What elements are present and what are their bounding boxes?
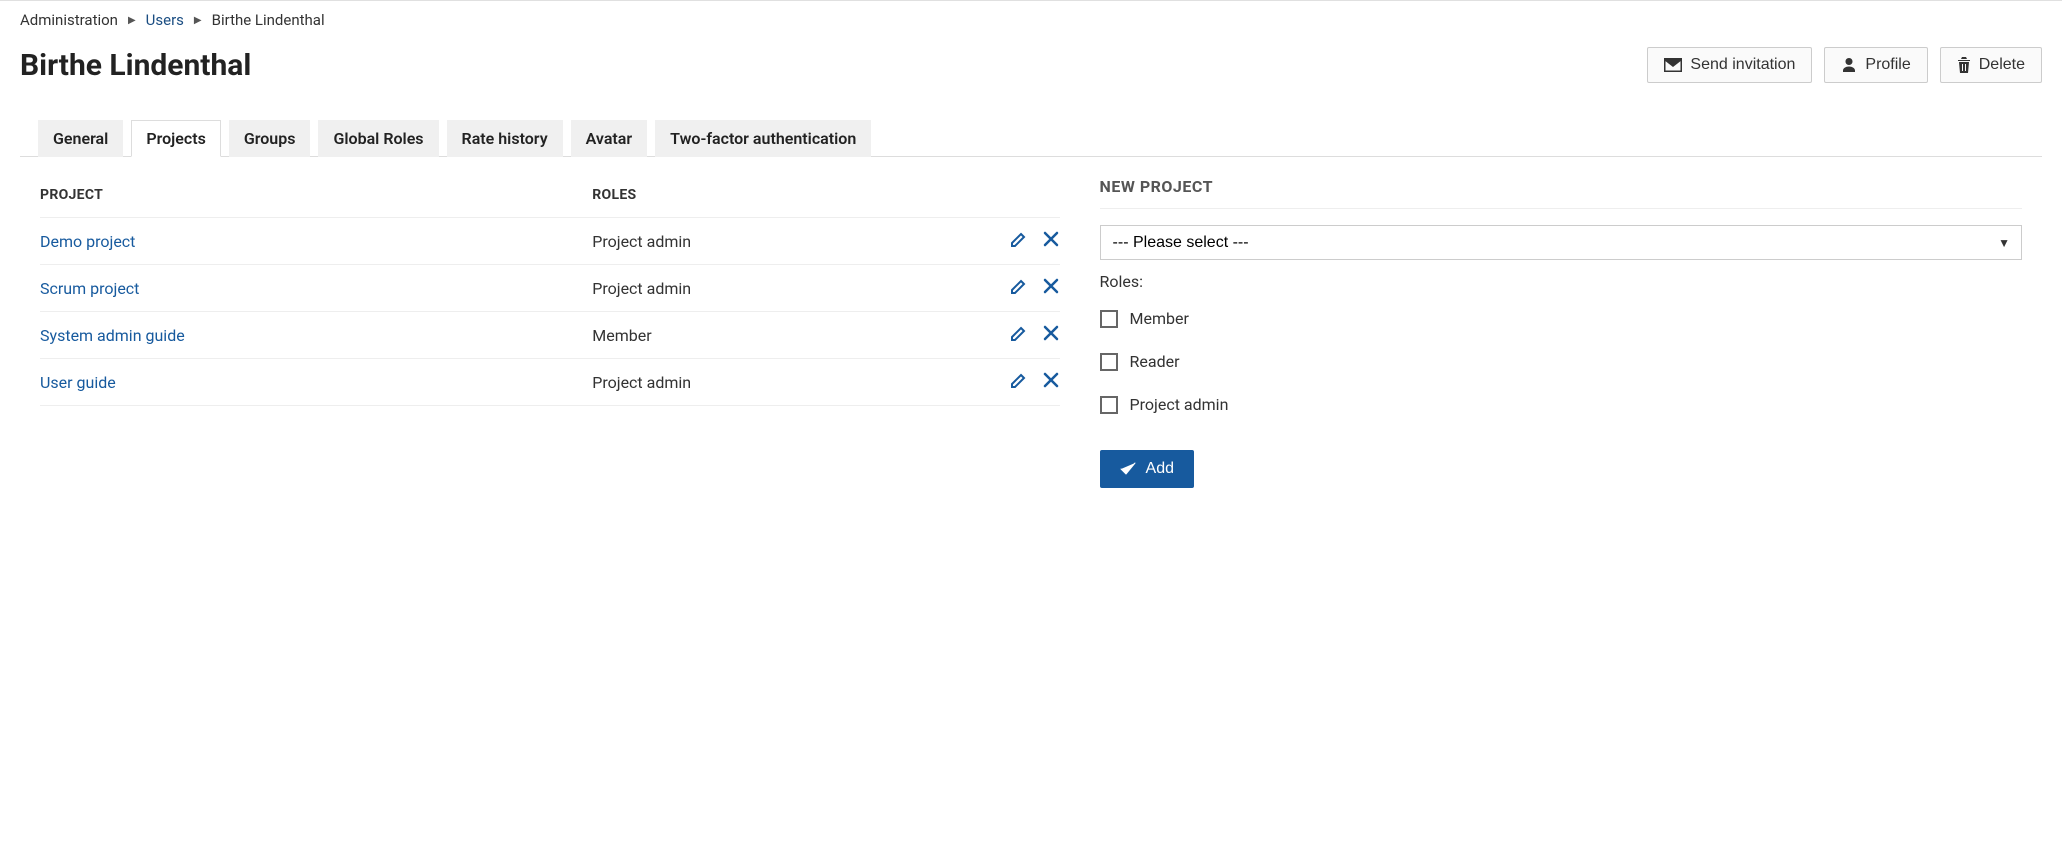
project-select[interactable]: --- Please select --- bbox=[1100, 225, 2022, 260]
project-link[interactable]: System admin guide bbox=[40, 326, 185, 345]
chevron-right-icon: ▶ bbox=[128, 15, 136, 26]
tabs: General Projects Groups Global Roles Rat… bbox=[20, 119, 2042, 157]
trash-icon bbox=[1957, 57, 1971, 73]
tab-projects[interactable]: Projects bbox=[131, 120, 221, 157]
role-checkbox-label[interactable]: Project admin bbox=[1130, 395, 1229, 414]
profile-label: Profile bbox=[1865, 56, 1910, 74]
table-row: Scrum project Project admin bbox=[40, 265, 1060, 312]
edit-icon[interactable] bbox=[1010, 277, 1028, 295]
role-checkbox-row: Reader bbox=[1100, 340, 2022, 383]
role-checkbox[interactable] bbox=[1100, 396, 1118, 414]
profile-button[interactable]: Profile bbox=[1824, 47, 1927, 83]
delete-icon[interactable] bbox=[1042, 371, 1060, 389]
tab-groups[interactable]: Groups bbox=[229, 120, 311, 157]
project-link[interactable]: Scrum project bbox=[40, 279, 139, 298]
table-row: Demo project Project admin bbox=[40, 218, 1060, 265]
tab-rate-history[interactable]: Rate history bbox=[447, 120, 563, 157]
table-row: User guide Project admin bbox=[40, 359, 1060, 406]
check-icon bbox=[1120, 462, 1136, 476]
page-title: Birthe Lindenthal bbox=[20, 48, 251, 83]
tab-global-roles[interactable]: Global Roles bbox=[318, 120, 438, 157]
tab-general[interactable]: General bbox=[38, 120, 123, 157]
role-checkbox-label[interactable]: Member bbox=[1130, 309, 1189, 328]
projects-table: PROJECT ROLES Demo projectProject adminS… bbox=[40, 177, 1060, 406]
role-cell: Project admin bbox=[592, 218, 969, 265]
role-checkbox[interactable] bbox=[1100, 310, 1118, 328]
breadcrumb-admin[interactable]: Administration bbox=[20, 11, 118, 29]
role-checkbox[interactable] bbox=[1100, 353, 1118, 371]
delete-icon[interactable] bbox=[1042, 324, 1060, 342]
envelope-icon bbox=[1664, 58, 1682, 72]
edit-icon[interactable] bbox=[1010, 324, 1028, 342]
col-roles: ROLES bbox=[592, 177, 969, 218]
add-button[interactable]: Add bbox=[1100, 450, 1194, 488]
role-checkbox-row: Member bbox=[1100, 297, 2022, 340]
delete-button[interactable]: Delete bbox=[1940, 47, 2042, 83]
table-row: System admin guide Member bbox=[40, 312, 1060, 359]
chevron-right-icon: ▶ bbox=[194, 15, 202, 26]
role-cell: Project admin bbox=[592, 265, 969, 312]
delete-icon[interactable] bbox=[1042, 230, 1060, 248]
edit-icon[interactable] bbox=[1010, 230, 1028, 248]
roles-label: Roles: bbox=[1100, 272, 2022, 291]
send-invitation-button[interactable]: Send invitation bbox=[1647, 47, 1812, 83]
tab-avatar[interactable]: Avatar bbox=[571, 120, 648, 157]
breadcrumb: Administration ▶ Users ▶ Birthe Lindenth… bbox=[20, 11, 2042, 29]
tab-two-factor[interactable]: Two-factor authentication bbox=[655, 120, 871, 157]
add-button-label: Add bbox=[1146, 460, 1174, 478]
delete-label: Delete bbox=[1979, 56, 2025, 74]
edit-icon[interactable] bbox=[1010, 371, 1028, 389]
col-project: PROJECT bbox=[40, 177, 592, 218]
role-cell: Project admin bbox=[592, 359, 969, 406]
send-invitation-label: Send invitation bbox=[1690, 56, 1795, 74]
role-checkbox-row: Project admin bbox=[1100, 383, 2022, 426]
new-project-title: NEW PROJECT bbox=[1100, 177, 2022, 209]
user-icon bbox=[1841, 57, 1857, 73]
role-cell: Member bbox=[592, 312, 969, 359]
project-link[interactable]: User guide bbox=[40, 373, 116, 392]
delete-icon[interactable] bbox=[1042, 277, 1060, 295]
breadcrumb-users[interactable]: Users bbox=[146, 11, 184, 29]
breadcrumb-current: Birthe Lindenthal bbox=[212, 11, 325, 29]
header-actions: Send invitation Profile Delete bbox=[1647, 47, 2042, 83]
role-checkbox-label[interactable]: Reader bbox=[1130, 352, 1180, 371]
project-link[interactable]: Demo project bbox=[40, 232, 135, 251]
